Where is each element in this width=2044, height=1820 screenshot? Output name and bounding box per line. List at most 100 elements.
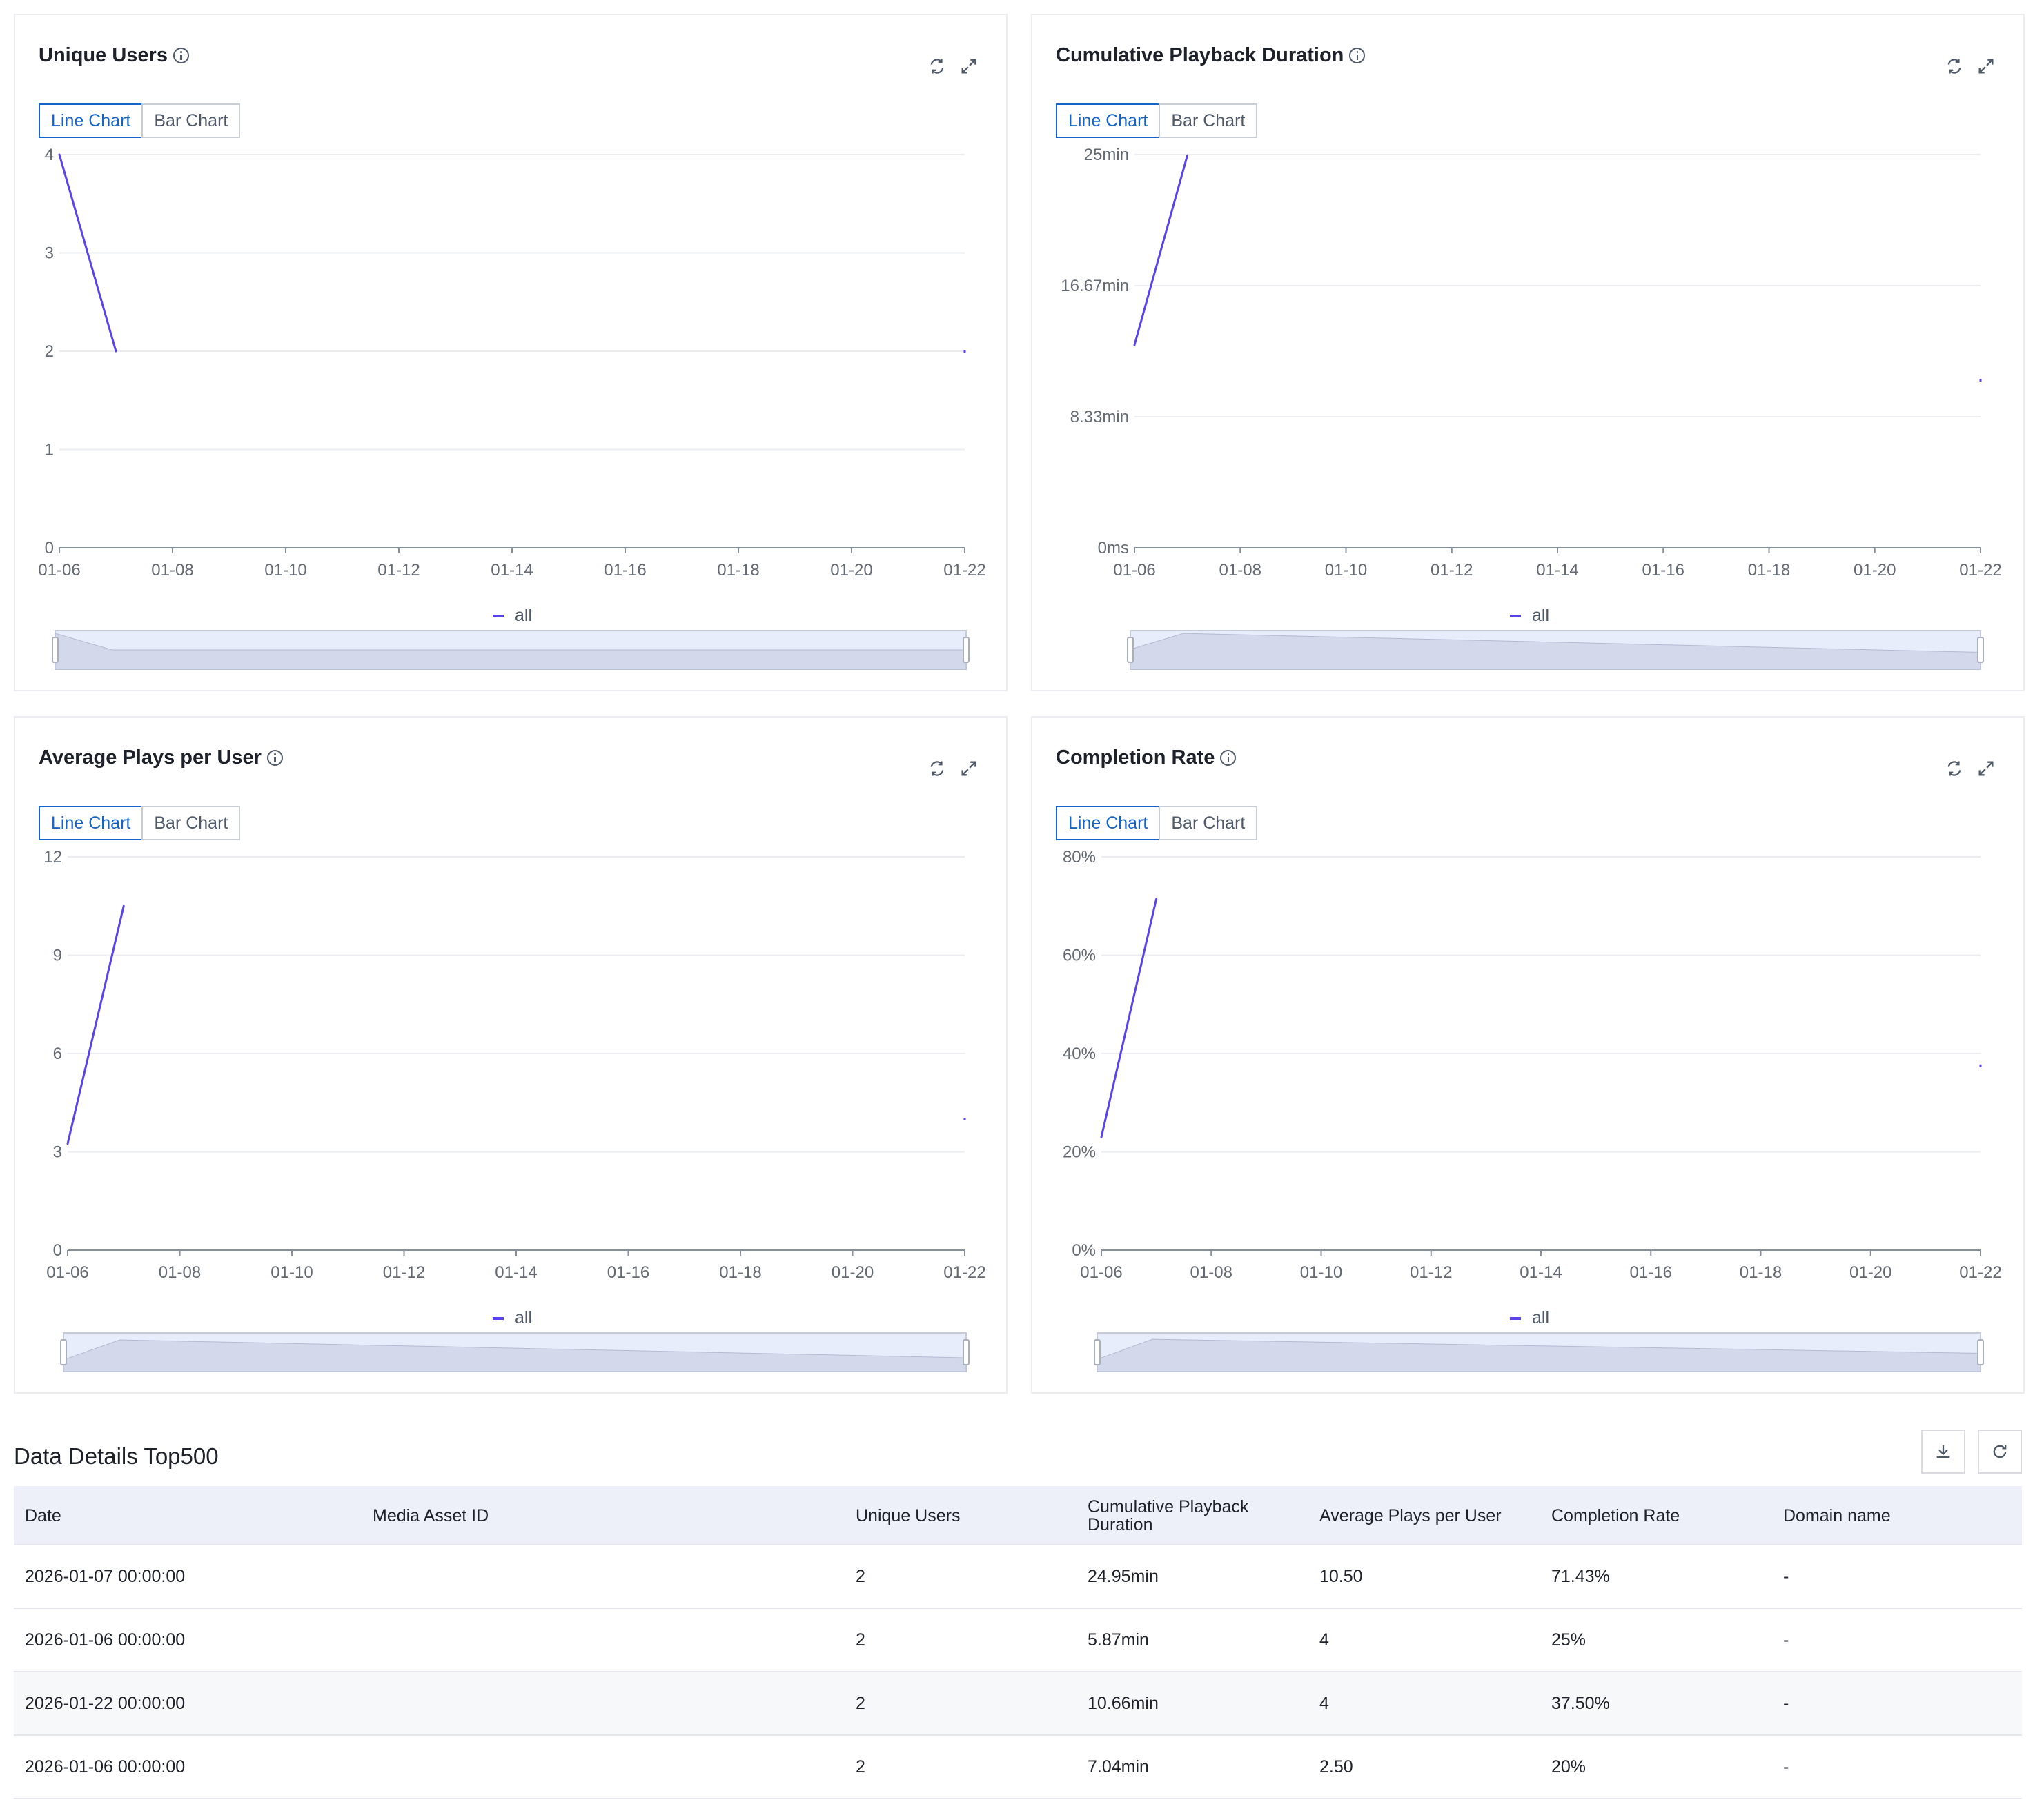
x-tick-label: 01-22 (1959, 561, 2001, 580)
cell-average-plays-per-user: 10.50 (1319, 1566, 1363, 1586)
zoom-slider-handle[interactable] (1127, 637, 1134, 663)
table-row[interactable]: 2026-01-06 00:00:00 2 5.87min 4 25% - (14, 1609, 2022, 1672)
chart-legend[interactable]: all (1510, 1308, 1549, 1328)
column-header-date[interactable]: Date (25, 1486, 328, 1545)
cell-date: 2026-01-07 00:00:00 (25, 1566, 186, 1586)
cell-average-plays-per-user: 4 (1319, 1693, 1329, 1713)
y-tick-label: 20% (1063, 1143, 1096, 1162)
legend-swatch (1510, 1316, 1521, 1320)
data-details-table: Date Media Asset ID Unique Users Cumulat… (14, 1486, 2022, 1799)
x-tick-label: 01-18 (1748, 561, 1790, 580)
cell-date: 2026-01-06 00:00:00 (25, 1630, 186, 1650)
y-tick-label: 3 (45, 244, 54, 263)
y-tick-label: 16.67min (1061, 277, 1129, 295)
cell-cumulative-playback-duration: 10.66min (1088, 1693, 1159, 1713)
x-tick-label: 01-14 (1536, 561, 1578, 580)
column-header-domain-name[interactable]: Domain name (1783, 1486, 1990, 1545)
data-details-title: Data Details Top500 (14, 1443, 219, 1469)
zoom-slider-handle[interactable] (1977, 1339, 1984, 1365)
x-tick-label: 01-06 (1113, 561, 1155, 580)
chart-card-cumulative-playback-duration: Cumulative Playback Duration Line Chart … (1031, 14, 2025, 691)
legend-label: all (1532, 1308, 1550, 1327)
chart-card-completion-rate: Completion Rate Line Chart Bar Chart 0% 2… (1031, 716, 2025, 1394)
y-tick-label: 60% (1063, 947, 1096, 965)
zoom-slider-handle[interactable] (963, 1339, 970, 1365)
y-tick-label: 8.33min (1070, 408, 1129, 426)
column-header-cumulative-playback-duration[interactable]: Cumulative Playback Duration (1088, 1486, 1295, 1545)
column-header-media-asset-id[interactable]: Media Asset ID (373, 1486, 787, 1545)
line-chart: 0 3 6 9 12 01-06 01-08 01-10 01-12 01-14 01-16 01-1… (43, 848, 986, 1372)
x-tick-label: 01-14 (495, 1263, 537, 1282)
y-tick-label: 9 (53, 947, 62, 965)
series-line (66, 904, 125, 1145)
x-tick-label: 01-16 (1642, 561, 1684, 580)
cell-average-plays-per-user: 4 (1319, 1630, 1329, 1650)
cell-domain-name: - (1783, 1566, 1789, 1586)
y-tick-label: 0 (53, 1241, 62, 1260)
cell-unique-users: 2 (856, 1757, 865, 1777)
x-tick-label: 01-18 (719, 1263, 761, 1282)
zoom-slider-handle[interactable] (1977, 637, 1984, 663)
y-tick-label: 1 (45, 441, 54, 459)
y-tick-label: 25min (1084, 146, 1129, 164)
cell-unique-users: 2 (856, 1693, 865, 1713)
y-tick-label: 6 (53, 1045, 62, 1063)
legend-swatch (493, 1316, 504, 1320)
x-tick-label: 01-20 (1849, 1263, 1891, 1282)
y-tick-label: 40% (1063, 1045, 1096, 1063)
refresh-table-button[interactable] (1978, 1430, 2022, 1474)
cell-cumulative-playback-duration: 5.87min (1088, 1630, 1149, 1650)
cell-completion-rate: 71.43% (1551, 1566, 1610, 1586)
x-tick-label: 01-08 (159, 1263, 201, 1282)
chart-legend[interactable]: all (493, 606, 532, 626)
cell-date: 2026-01-06 00:00:00 (25, 1757, 186, 1777)
cell-cumulative-playback-duration: 24.95min (1088, 1566, 1159, 1586)
series-line (1100, 898, 1158, 1138)
cell-domain-name: - (1783, 1757, 1789, 1777)
cell-unique-users: 2 (856, 1630, 865, 1650)
x-tick-label: 01-20 (1854, 561, 1896, 580)
x-tick-label: 01-20 (832, 1263, 874, 1282)
download-button[interactable] (1921, 1430, 1965, 1474)
y-tick-label: 2 (45, 342, 54, 361)
table-row[interactable]: 2026-01-07 00:00:00 2 24.95min 10.50 71.… (14, 1545, 2022, 1609)
zoom-slider-handle[interactable] (963, 637, 970, 663)
cell-domain-name: - (1783, 1630, 1789, 1650)
x-tick-label: 01-10 (1300, 1263, 1342, 1282)
zoom-slider-handle[interactable] (60, 1339, 67, 1365)
line-chart: 0 1 2 3 4 01-06 01-08 01-10 01-12 01-14 01-16 01-18… (38, 146, 986, 670)
column-header-unique-users[interactable]: Unique Users (856, 1486, 1063, 1545)
x-tick-label: 01-08 (151, 561, 193, 580)
chart-legend[interactable]: all (493, 1308, 532, 1328)
x-tick-label: 01-08 (1190, 1263, 1232, 1282)
x-tick-label: 01-20 (830, 561, 872, 580)
cell-completion-rate: 37.50% (1551, 1693, 1610, 1713)
chart-legend[interactable]: all (1510, 606, 1549, 626)
cell-average-plays-per-user: 2.50 (1319, 1757, 1353, 1777)
x-tick-label: 01-16 (607, 1263, 649, 1282)
legend-swatch (1510, 614, 1521, 617)
zoom-slider-handle[interactable] (52, 637, 59, 663)
x-tick-label: 01-06 (1080, 1263, 1122, 1282)
table-row[interactable]: 2026-01-06 00:00:00 2 7.04min 2.50 20% - (14, 1736, 2022, 1799)
table-row[interactable]: 2026-01-22 00:00:00 2 10.66min 4 37.50% … (14, 1672, 2022, 1736)
x-tick-label: 01-06 (38, 561, 80, 580)
y-tick-label: 4 (45, 146, 54, 164)
y-tick-label: 0ms (1098, 539, 1129, 557)
legend-label: all (515, 1308, 533, 1327)
column-header-average-plays-per-user[interactable]: Average Plays per User (1319, 1486, 1547, 1545)
table-header: Date Media Asset ID Unique Users Cumulat… (14, 1486, 2022, 1545)
x-tick-label: 01-08 (1219, 561, 1261, 580)
zoom-slider-handle[interactable] (1094, 1339, 1101, 1365)
x-tick-label: 01-18 (717, 561, 759, 580)
x-tick-label: 01-10 (1325, 561, 1367, 580)
download-icon (1936, 1445, 1950, 1458)
x-tick-label: 01-12 (1431, 561, 1473, 580)
legend-label: all (515, 606, 533, 625)
legend-label: all (1532, 606, 1550, 625)
chart-card-unique-users: Unique Users Line Chart Bar Chart 012340… (14, 14, 1008, 691)
chart-card-average-plays-per-user: Average Plays per User Line Chart Bar Ch… (14, 716, 1008, 1394)
cell-date: 2026-01-22 00:00:00 (25, 1693, 186, 1713)
cell-completion-rate: 20% (1551, 1757, 1586, 1777)
column-header-completion-rate[interactable]: Completion Rate (1551, 1486, 1758, 1545)
